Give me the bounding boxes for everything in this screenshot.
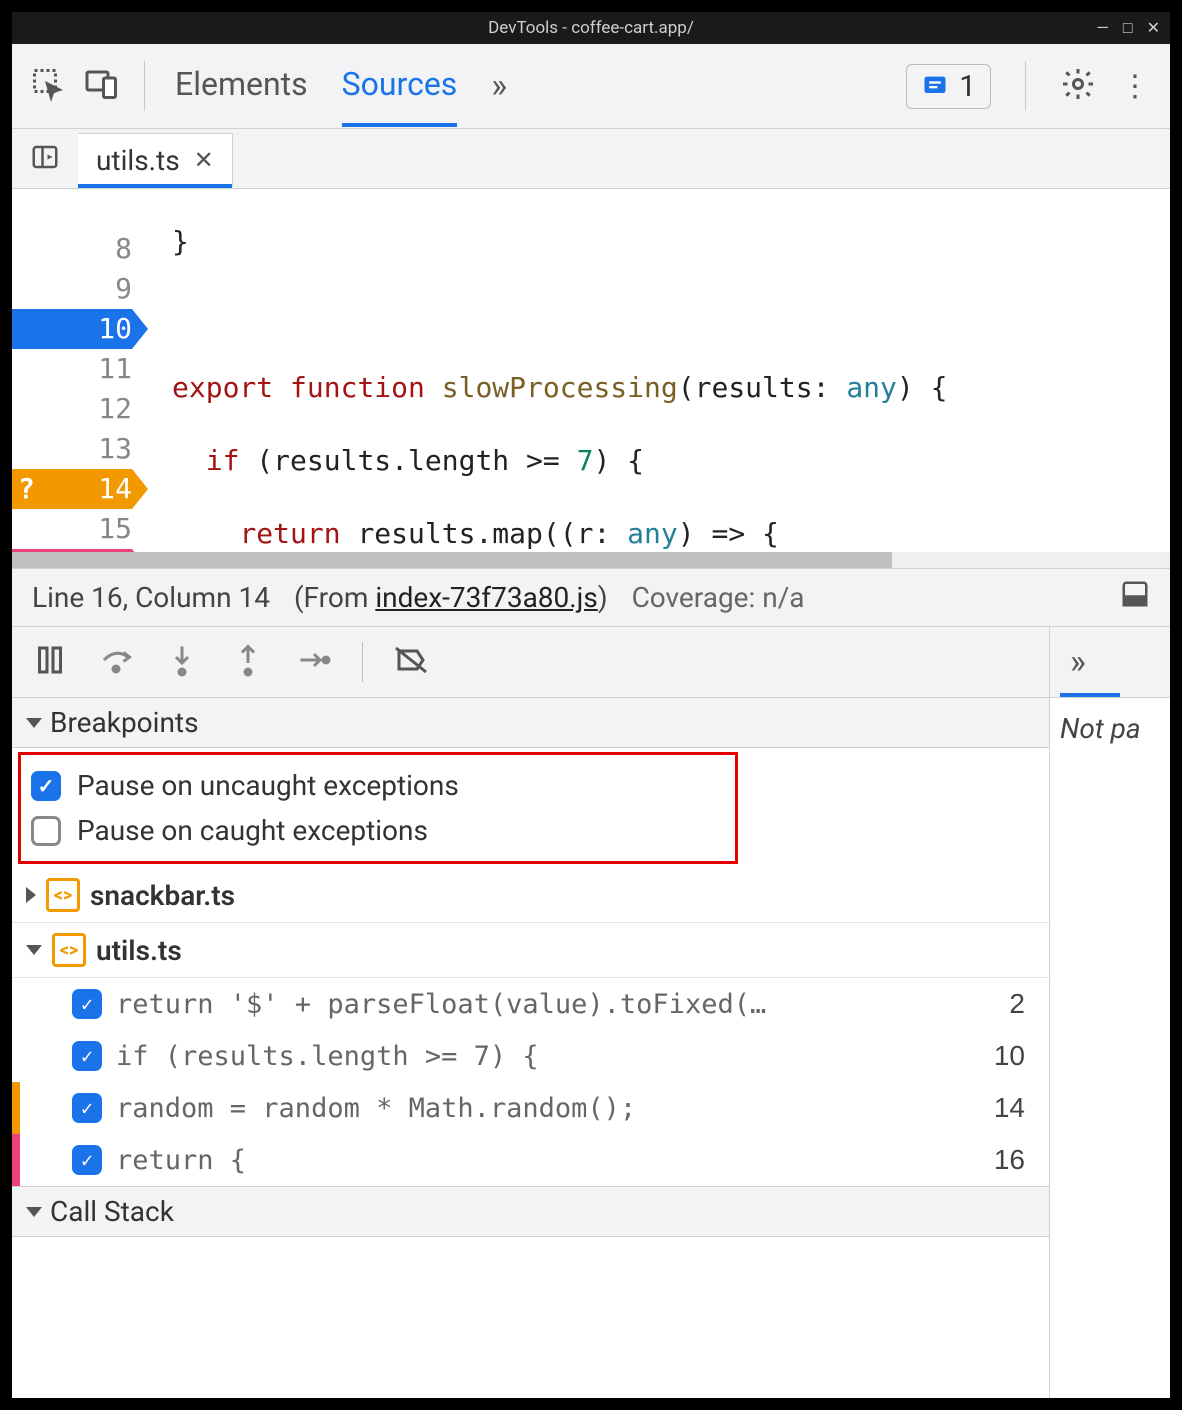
inspect-icon[interactable] (30, 66, 66, 106)
gear-icon[interactable] (1060, 66, 1096, 106)
chevron-down-icon (26, 718, 42, 728)
titlebar: DevTools - coffee-cart.app/ — □ ✕ (12, 12, 1170, 44)
source-from: (From index-73f73a80.js) (294, 581, 608, 614)
maximize-icon[interactable]: □ (1123, 18, 1133, 38)
more-tabs-right-icon[interactable]: » (1070, 642, 1086, 682)
code-editor[interactable]: 8 9 10 11 12 13 ?14 15 ··16 } export fun… (12, 189, 1170, 569)
file-group-utils[interactable]: <> utils.ts (12, 923, 1049, 978)
close-tab-icon[interactable]: ✕ (194, 146, 214, 174)
navigator-toggle-icon[interactable] (12, 142, 78, 176)
right-pane-content: Not pa (1050, 698, 1170, 1398)
chevron-right-icon (26, 887, 36, 903)
step-into-icon[interactable] (164, 642, 200, 682)
code-area[interactable]: } export function slowProcessing(results… (152, 189, 1170, 568)
minimize-icon[interactable]: — (1096, 18, 1109, 38)
more-tabs-icon[interactable]: » (491, 66, 507, 106)
debugger-sidebar: Breakpoints Pause on uncaught exceptions… (12, 698, 1050, 1398)
breakpoint-item[interactable]: return '$' + parseFloat(value).toFixed(…… (12, 978, 1049, 1030)
breakpoints-section-header[interactable]: Breakpoints (12, 698, 1049, 748)
right-pane-tabs[interactable]: » (1050, 627, 1170, 697)
tab-sources[interactable]: Sources (342, 45, 458, 127)
highlighted-pause-options: Pause on uncaught exceptions Pause on ca… (18, 752, 738, 864)
main-toolbar: Elements Sources » 1 ⋮ (12, 44, 1170, 129)
conditional-marker (12, 1082, 20, 1134)
file-tab-label: utils.ts (96, 144, 180, 177)
file-tab-utils[interactable]: utils.ts ✕ (78, 133, 233, 187)
status-toggle-icon[interactable] (1120, 579, 1150, 616)
checkbox-checked-icon[interactable] (72, 1041, 102, 1071)
coverage-label: Coverage: n/a (632, 581, 805, 614)
pause-icon[interactable] (32, 642, 68, 682)
pause-caught-row[interactable]: Pause on caught exceptions (31, 808, 725, 853)
horizontal-scrollbar[interactable] (12, 552, 1170, 568)
device-icon[interactable] (84, 66, 120, 106)
editor-status-bar: Line 16, Column 14 (From index-73f73a80.… (12, 569, 1170, 627)
issues-badge[interactable]: 1 (906, 64, 991, 109)
file-group-snackbar[interactable]: <> snackbar.ts (12, 868, 1049, 923)
line-gutter[interactable]: 8 9 10 11 12 13 ?14 15 ··16 (12, 189, 152, 568)
more-icon[interactable]: ⋮ (1120, 69, 1150, 104)
logpoint-marker (12, 1134, 20, 1186)
breakpoint-item[interactable]: if (results.length >= 7) { 10 (12, 1030, 1049, 1082)
step-over-icon[interactable] (98, 642, 134, 682)
cursor-position: Line 16, Column 14 (32, 581, 270, 614)
file-tabs: utils.ts ✕ (12, 129, 1170, 189)
checkbox-unchecked-icon[interactable] (31, 816, 61, 846)
chevron-down-icon (26, 1207, 42, 1217)
issue-count: 1 (959, 69, 976, 104)
window-title: DevTools - coffee-cart.app/ (488, 18, 694, 38)
script-file-icon: <> (46, 878, 80, 912)
tab-elements[interactable]: Elements (175, 45, 308, 127)
callstack-section-header[interactable]: Call Stack (12, 1186, 1049, 1237)
deactivate-breakpoints-icon[interactable] (393, 642, 429, 682)
chevron-down-icon (26, 945, 42, 955)
debug-toolbar (12, 627, 1050, 697)
step-icon[interactable] (296, 642, 332, 682)
pause-uncaught-row[interactable]: Pause on uncaught exceptions (31, 763, 725, 808)
close-icon[interactable]: ✕ (1147, 18, 1160, 38)
checkbox-checked-icon[interactable] (72, 1093, 102, 1123)
source-link[interactable]: index-73f73a80.js (375, 581, 597, 614)
checkbox-checked-icon[interactable] (72, 989, 102, 1019)
checkbox-checked-icon[interactable] (31, 771, 61, 801)
step-out-icon[interactable] (230, 642, 266, 682)
breakpoint-item[interactable]: return { 16 (12, 1134, 1049, 1186)
script-file-icon: <> (52, 933, 86, 967)
breakpoint-item[interactable]: random = random * Math.random(); 14 (12, 1082, 1049, 1134)
checkbox-checked-icon[interactable] (72, 1145, 102, 1175)
